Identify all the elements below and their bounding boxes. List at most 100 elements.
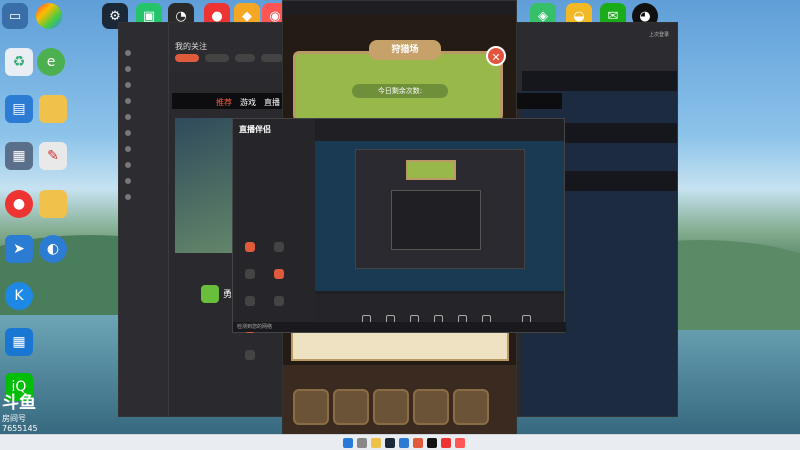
filter-chip[interactable]: [235, 54, 255, 62]
game-avatar[interactable]: [201, 285, 219, 303]
room-label: 房间号: [2, 414, 26, 423]
sidebar-item[interactable]: [119, 93, 168, 109]
tool-button[interactable]: [238, 348, 262, 370]
sidebar-icon: [125, 66, 131, 72]
desktop-icon[interactable]: ●: [2, 190, 36, 218]
nested-game-popup: [406, 160, 456, 180]
tab-recommend[interactable]: 推荐: [216, 98, 232, 107]
tool-button[interactable]: [267, 294, 291, 316]
game-menu-button[interactable]: [373, 389, 409, 425]
sidebar-item[interactable]: [119, 61, 168, 77]
search-icon[interactable]: [357, 438, 367, 448]
sidebar-item[interactable]: [119, 173, 168, 189]
tool-icon: [245, 296, 255, 306]
tool-icon: [245, 350, 255, 360]
desktop-icon[interactable]: ▦: [2, 328, 36, 356]
room-number: 7655145: [2, 424, 38, 433]
sidebar-icon: [125, 98, 131, 104]
app-icon[interactable]: [455, 438, 465, 448]
sidebar-item[interactable]: [119, 77, 168, 93]
game-menu-button[interactable]: [333, 389, 369, 425]
tool-icon: [245, 242, 255, 252]
app-icon[interactable]: [413, 438, 423, 448]
sidebar-icon: [125, 82, 131, 88]
paint-icon: ✎: [39, 142, 67, 170]
game-panel: [291, 331, 509, 361]
sidebar-icon: [125, 162, 131, 168]
send-icon: ➤: [5, 235, 33, 263]
steam-icon[interactable]: [385, 438, 395, 448]
color-wheel-icon[interactable]: [36, 3, 62, 29]
tool-button[interactable]: [267, 240, 291, 262]
tab-live[interactable]: 直播: [264, 98, 280, 107]
stream-tabs: 推荐 游戏 直播: [216, 97, 288, 108]
taskbar: [0, 434, 800, 450]
desktop-icon[interactable]: K: [2, 282, 36, 310]
app-icon[interactable]: [441, 438, 451, 448]
desktop-icon[interactable]: [36, 95, 70, 123]
sidebar-item[interactable]: [119, 109, 168, 125]
start-icon[interactable]: [343, 438, 353, 448]
hunting-ground-popup: 狩猎场 今日剩余次数: ✕: [293, 40, 506, 121]
section-title: 我的关注: [175, 42, 207, 51]
game-menu-button[interactable]: [413, 389, 449, 425]
browser-icon: e: [37, 48, 65, 76]
panel-bar: [522, 71, 677, 91]
companion-sidebar: 直播伴侣: [233, 119, 315, 360]
tool-button[interactable]: [238, 240, 262, 262]
desktop-icon[interactable]: e: [34, 48, 68, 76]
app-icon: ●: [5, 190, 33, 218]
stream-preview: [315, 141, 564, 291]
filter-chip[interactable]: [261, 54, 283, 62]
folder-icon: [39, 190, 67, 218]
sidebar-icon: [125, 130, 131, 136]
tool-button[interactable]: [267, 267, 291, 289]
close-icon[interactable]: ✕: [486, 46, 506, 66]
desktop-icon[interactable]: ▦: [2, 142, 36, 170]
nested-companion: [391, 190, 481, 250]
tool-button[interactable]: [238, 267, 262, 289]
sidebar-icon: [125, 146, 131, 152]
streamer-name: 勇: [223, 290, 233, 300]
sidebar-item[interactable]: [119, 157, 168, 173]
douyu-watermark: 斗鱼 房间号 7655145: [2, 388, 54, 436]
popup-title: 狩猎场: [369, 40, 441, 60]
app-icon[interactable]: [399, 438, 409, 448]
desktop-icon[interactable]: ▤: [2, 95, 36, 123]
tab-games[interactable]: 游戏: [240, 98, 256, 107]
filter-chip[interactable]: [205, 54, 229, 62]
app-icon[interactable]: [427, 438, 437, 448]
desktop-icon[interactable]: ➤: [2, 235, 36, 263]
douyu-logo-icon: 斗鱼: [2, 393, 36, 412]
sidebar-icon: [125, 114, 131, 120]
sidebar-item[interactable]: [119, 45, 168, 61]
tool-grid: [237, 239, 315, 374]
sidebar: [119, 23, 169, 416]
game-bottom-bar: [283, 365, 516, 435]
tool-button[interactable]: [238, 294, 262, 316]
sidebar-item[interactable]: [119, 141, 168, 157]
filter-chip[interactable]: [175, 54, 199, 62]
grid-icon: ▦: [5, 328, 33, 356]
game-titlebar: [283, 1, 516, 15]
tool-icon: [273, 269, 284, 279]
tool-icon: [273, 242, 284, 252]
sidebar-icon: [125, 194, 131, 200]
tool-icon: [245, 269, 255, 279]
app-icon: ▦: [5, 142, 33, 170]
monitor-icon[interactable]: ▭: [2, 3, 28, 29]
app-icon: ▤: [5, 95, 33, 123]
live-companion-window[interactable]: 直播伴侣 检测到您的网络: [232, 118, 566, 360]
desktop-icon[interactable]: ✎: [36, 142, 70, 170]
desktop-icon[interactable]: ◐: [36, 235, 70, 263]
game-menu-button[interactable]: [453, 389, 489, 425]
game-menu-button[interactable]: [293, 389, 329, 425]
sidebar-item[interactable]: [119, 125, 168, 141]
folder-icon[interactable]: [371, 438, 381, 448]
brand-name: 直播伴侣: [239, 125, 271, 134]
desktop-icon[interactable]: ♻: [2, 48, 36, 76]
tool-icon: [273, 296, 284, 306]
network-warning: 检测到您的网络: [233, 322, 566, 332]
desktop-icon[interactable]: [36, 190, 70, 218]
sidebar-item[interactable]: [119, 189, 168, 205]
